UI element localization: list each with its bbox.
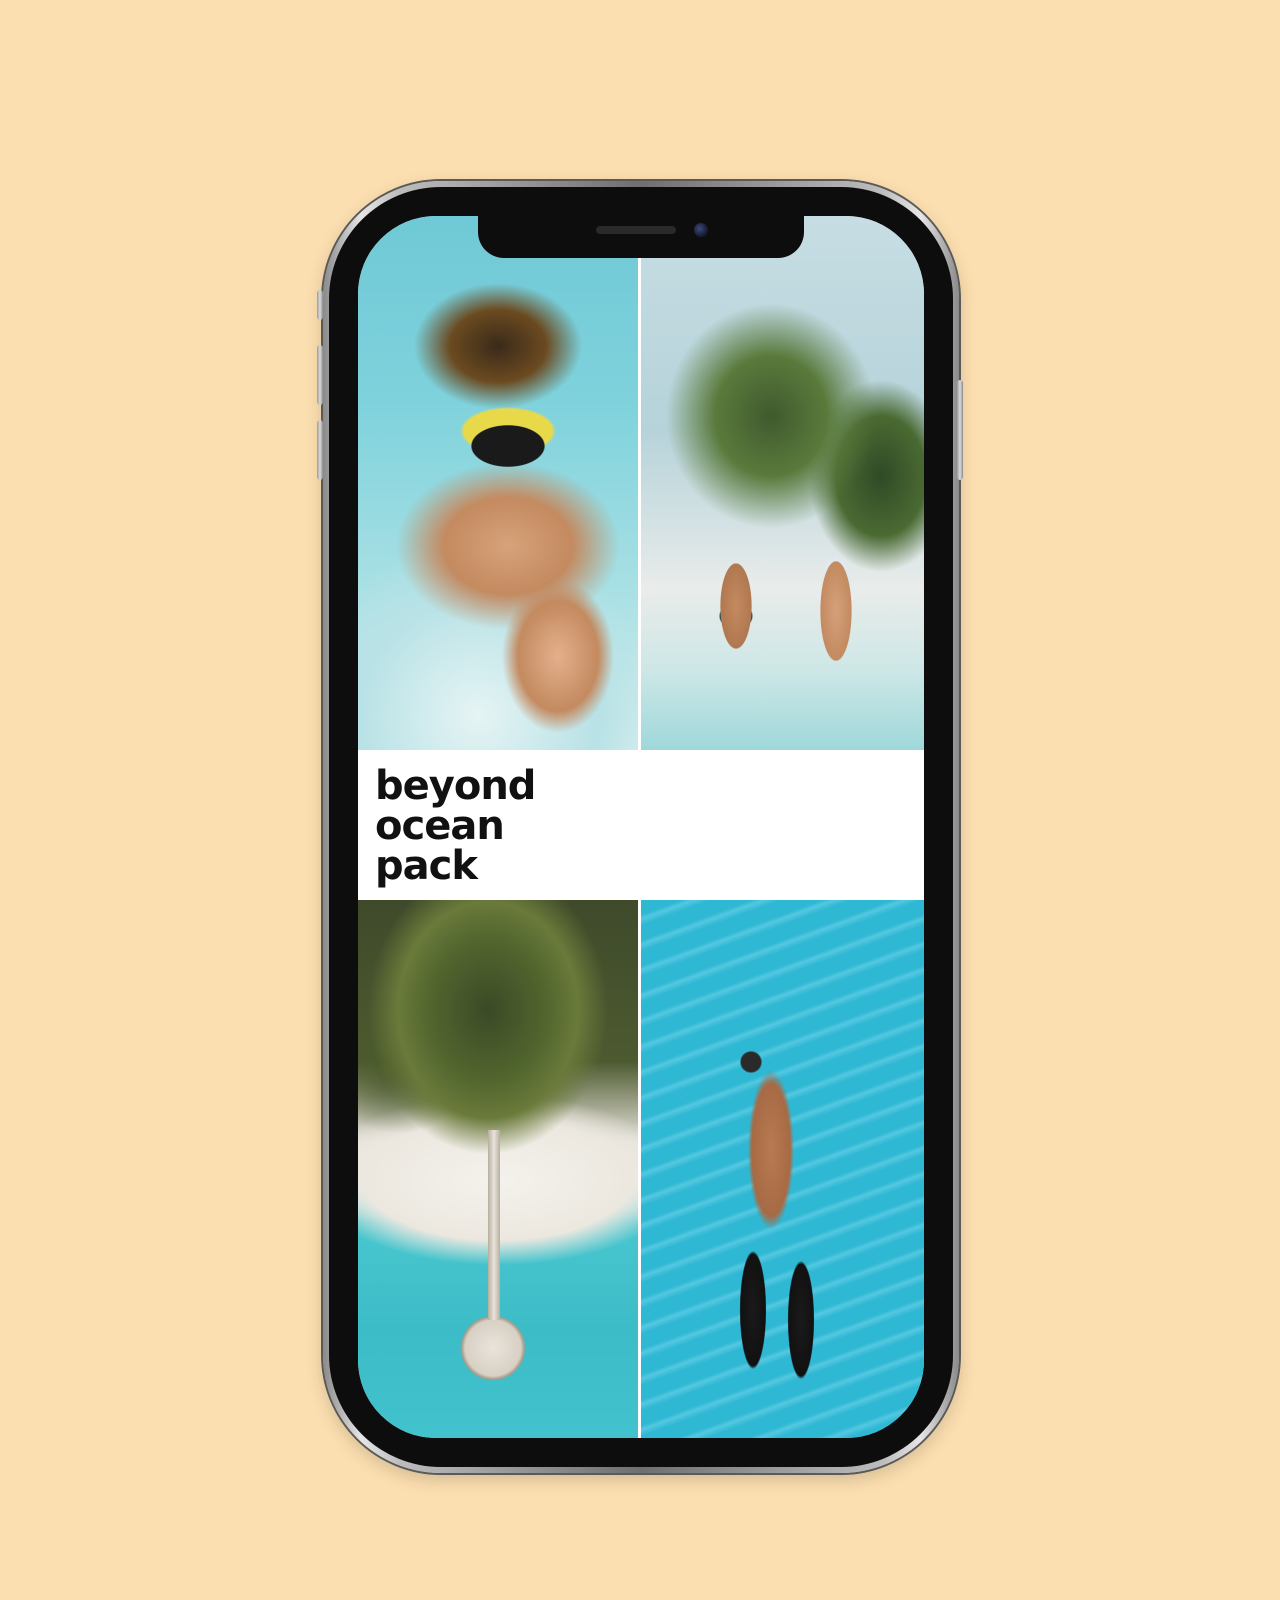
speaker-grille (596, 226, 676, 234)
snorkel-selfie-photo (358, 216, 638, 750)
mute-switch (317, 290, 323, 320)
couple-beach-palm-photo (641, 216, 924, 750)
canvas: beyond ocean pack (0, 0, 1280, 1600)
front-camera-icon (694, 223, 708, 237)
power-button (957, 380, 963, 480)
notch (478, 216, 804, 258)
phone-screen: beyond ocean pack (358, 216, 924, 1438)
title-line-2: ocean (375, 803, 505, 849)
volume-down-button (317, 420, 323, 480)
title-line-1: beyond (375, 763, 536, 809)
title-band: beyond ocean pack (358, 750, 924, 900)
volume-up-button (317, 345, 323, 405)
freediver-sand-photo (641, 900, 924, 1438)
aerial-island-pier-photo (358, 900, 638, 1438)
title-line-3: pack (375, 843, 478, 889)
pier (488, 1130, 500, 1320)
